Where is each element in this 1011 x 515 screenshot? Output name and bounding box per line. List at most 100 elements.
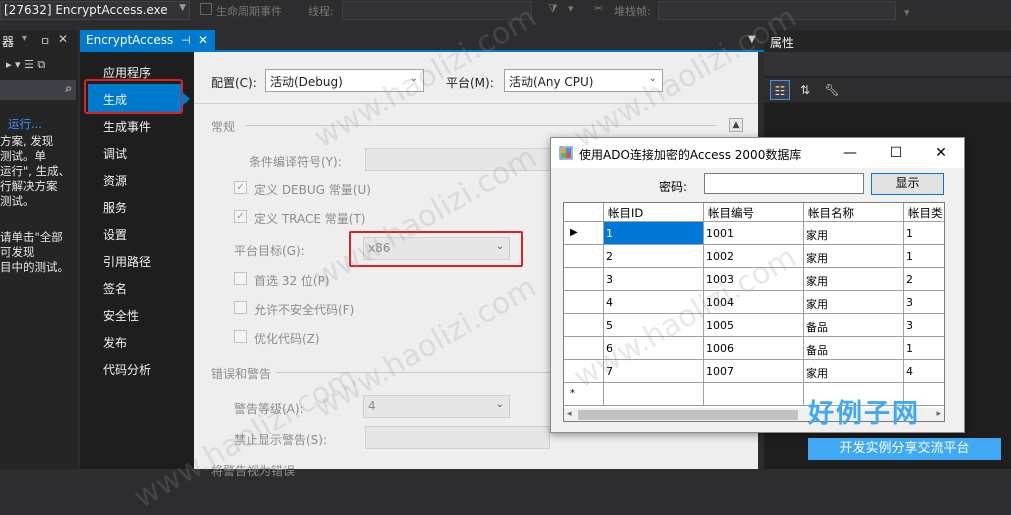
nav-item-resources[interactable]: 资源 [103,172,127,189]
search-input[interactable]: ⌕ [0,80,76,100]
nav-item-debug[interactable]: 调试 [103,145,127,162]
nav-item-settings[interactable]: 设置 [103,226,127,243]
grid-cell[interactable]: 备品 [804,337,904,360]
toggle-icon[interactable]: ▾ [568,2,574,15]
grid-cell[interactable]: 1006 [704,337,804,360]
object-selector[interactable] [764,52,1011,76]
new-row-cell[interactable] [704,383,804,406]
run-link[interactable]: 运行... [8,117,42,131]
password-input[interactable] [704,173,864,194]
optimize-checkbox[interactable] [234,330,247,343]
sort-alpha-icon[interactable]: ⇅ [795,80,815,100]
thread-label: 线程: [308,5,334,18]
column-header-name[interactable]: 帐目名称 [804,203,904,222]
grid-cell[interactable]: 1007 [704,360,804,383]
column-header-type[interactable]: 帐目类 [904,203,944,222]
grid-cell[interactable]: 1001 [704,222,804,245]
chevron-down-icon: ▼ [179,3,186,13]
new-row-cell[interactable] [604,383,704,406]
nav-item-signing[interactable]: 签名 [103,280,127,297]
wrench-icon[interactable]: 🔧︎ [822,80,842,100]
grid-cell[interactable]: 家用 [804,360,904,383]
lifecycle-icon[interactable] [200,3,212,15]
grid-cell[interactable]: 3 [904,291,944,314]
nav-item-build[interactable]: 生成 [103,91,127,108]
grid-cell[interactable]: 1 [904,337,944,360]
column-header-code[interactable]: 帐目编号 [704,203,804,222]
pin-icon[interactable]: ㅁ [40,33,50,49]
grid-cell[interactable]: 2 [604,245,704,268]
grid-cell[interactable]: 1 [604,222,704,245]
password-label: 密码: [659,180,688,194]
toolbar-icons[interactable]: ▸ ▾ ☰ ⧉ [6,58,45,72]
minimize-button[interactable]: — [835,142,865,164]
close-button[interactable]: ✕ [926,142,956,164]
prefer32-checkbox[interactable] [234,272,247,285]
grid-cell[interactable]: 4 [904,360,944,383]
process-dropdown[interactable]: [27632] EncryptAccess.exe ▼ [0,1,190,20]
pin-icon[interactable]: ⊣ [181,34,191,47]
define-debug-label: 定义 DEBUG 常量(U) [254,183,371,197]
scrollbar-thumb[interactable] [578,410,798,420]
explorer-help-text: 方案, 发现 测试。单 运行", 生成、 行解决方案 测试。 [0,134,71,208]
scroll-left-icon[interactable]: ◂ [567,409,572,419]
current-row-marker[interactable]: ▶ [564,222,604,245]
grid-corner-header[interactable] [564,203,604,222]
row-header[interactable] [564,291,604,314]
grid-cell[interactable]: 1 [904,222,944,245]
run-row[interactable]: 运行... [8,116,42,132]
watermark-logo: 好例子网 [808,399,921,429]
define-trace-checkbox[interactable]: ✓ [234,210,247,223]
nav-item-reference-paths[interactable]: 引用路径 [103,253,151,270]
search-icon[interactable]: ⌕ [65,81,72,96]
scroll-right-icon[interactable]: ▸ [936,409,941,419]
suppress-warnings-input[interactable] [365,426,550,449]
tab-encryptaccess[interactable]: EncryptAccess ⊣ ✕ [80,30,215,52]
collapse-icon[interactable]: ✂ [594,2,603,15]
chevron-down-icon[interactable]: ▾ [22,33,27,44]
define-trace-label: 定义 TRACE 常量(T) [254,212,366,226]
app-icon [559,146,573,160]
nav-item-build-events[interactable]: 生成事件 [103,118,151,135]
define-debug-checkbox[interactable]: ✓ [234,181,247,194]
watermark-tagline: 开发实例分享交流平台 [808,438,1001,460]
allow-unsafe-checkbox[interactable] [234,301,247,314]
show-button[interactable]: 显示 [871,173,944,195]
close-icon[interactable]: ✕ [58,32,68,46]
grid-body: 帐目ID 帐目编号 帐目名称 帐目类 ▶ 1 1001 家用 1 2 1002 家用 1 3 100… [564,203,944,408]
collapse-section-icon[interactable]: ▲ [729,118,743,132]
row-header[interactable] [564,314,604,337]
nav-list: 应用程序 生成 生成事件 调试 资源 服务 设置 引用路径 签名 安全性 发布 … [80,52,194,469]
grid-cell[interactable]: 家用 [804,245,904,268]
nav-item-security[interactable]: 安全性 [103,307,139,324]
grid-cell[interactable]: 3 [604,268,704,291]
maximize-button[interactable]: ☐ [881,142,911,164]
general-section-title: 常规 [211,120,236,134]
categorized-icon[interactable]: ☷ [770,80,790,100]
close-icon[interactable]: ✕ [198,33,208,47]
row-header[interactable] [564,268,604,291]
grid-cell[interactable]: 1 [904,245,944,268]
row-header[interactable] [564,245,604,268]
nav-item-services[interactable]: 服务 [103,199,127,216]
nav-item-code-analysis[interactable]: 代码分析 [103,361,151,378]
grid-cell[interactable]: 家用 [804,222,904,245]
grid-cell[interactable]: 3 [904,314,944,337]
grid-cell[interactable]: 2 [904,268,944,291]
nav-item-publish[interactable]: 发布 [103,334,127,351]
accounts-datagrid[interactable]: 帐目ID 帐目编号 帐目名称 帐目类 ▶ 1 1001 家用 1 2 1002 家用 1 3 100… [563,202,945,422]
allow-unsafe-label: 允许不安全代码(F) [254,303,355,317]
dialog-title: 使用ADO连接加密的Access 2000数据库 [579,148,802,162]
configuration-label: 配置(C): [211,76,257,90]
nav-item-application[interactable]: 应用程序 [103,64,151,81]
column-header-id[interactable]: 帐目ID [604,203,704,222]
grid-cell[interactable]: 备品 [804,314,904,337]
grid-cell[interactable]: 家用 [804,291,904,314]
conditional-symbols-label: 条件编译符号(Y): [249,155,342,169]
lifecycle-events-label[interactable]: 生命周期事件 [216,3,282,19]
filter-icon[interactable]: ⧩ [548,2,558,16]
overflow-icon[interactable]: ▾ [904,6,910,19]
warning-level-dropdown[interactable]: 4 ⌄ [363,395,510,418]
platform-target-label: 平台目标(G): [234,244,305,258]
grid-cell[interactable]: 家用 [804,268,904,291]
